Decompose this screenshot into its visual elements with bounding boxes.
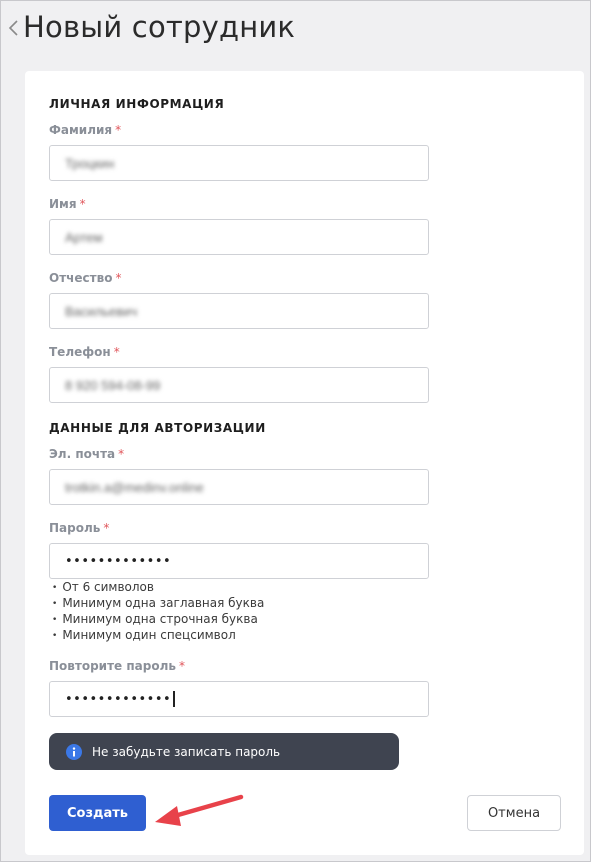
password-hint-item: Минимум одна строчная буква	[52, 611, 264, 627]
phone-label-text: Телефон	[49, 345, 111, 359]
first-name-value: Артем	[65, 229, 103, 245]
password-reminder-notice: Не забудьте записать пароль	[49, 733, 399, 770]
employee-form: ЛИЧНАЯ ИНФОРМАЦИЯ Фамилия * Троцкин Имя * …	[25, 71, 584, 855]
repeat-password-masked-value: •••••••••••••	[65, 691, 172, 707]
patronymic-input[interactable]: Васильевич	[49, 293, 429, 329]
first-name-input[interactable]: Артем	[49, 219, 429, 255]
email-label-text: Эл. почта	[49, 447, 116, 461]
password-masked-value: •••••••••••••	[65, 553, 172, 569]
password-requirements-list: От 6 символов Минимум одна заглавная бук…	[52, 579, 264, 643]
last-name-label-text: Фамилия	[49, 123, 113, 137]
email-label: Эл. почта *	[49, 447, 124, 461]
repeat-password-label: Повторите пароль *	[49, 659, 185, 673]
info-icon	[66, 743, 82, 760]
repeat-password-label-text: Повторите пароль	[49, 659, 176, 673]
first-name-label: Имя *	[49, 197, 86, 211]
password-hint-item: Минимум один спецсимвол	[52, 627, 264, 643]
page-title: Новый сотрудник	[23, 10, 296, 44]
email-input[interactable]: trotkin.a@medinv.online	[49, 469, 429, 505]
section-title-auth: ДАННЫЕ ДЛЯ АВТОРИЗАЦИИ	[49, 421, 266, 435]
phone-value: 8 920 594-08-99	[65, 377, 161, 393]
phone-label: Телефон *	[49, 345, 120, 359]
patronymic-value: Васильевич	[65, 303, 138, 319]
text-caret	[173, 691, 175, 707]
required-mark: *	[79, 197, 86, 211]
email-value: trotkin.a@medinv.online	[65, 479, 204, 495]
password-label-text: Пароль	[49, 521, 101, 535]
section-title-personal: ЛИЧНАЯ ИНФОРМАЦИЯ	[49, 97, 225, 111]
password-input[interactable]: •••••••••••••	[49, 543, 429, 579]
first-name-label-text: Имя	[49, 197, 77, 211]
create-button[interactable]: Создать	[49, 795, 146, 831]
page-header: Новый сотрудник	[1, 1, 590, 59]
password-hint-item: Минимум одна заглавная буква	[52, 595, 264, 611]
patronymic-label: Отчество *	[49, 271, 121, 285]
required-mark: *	[113, 345, 120, 359]
phone-input[interactable]: 8 920 594-08-99	[49, 367, 429, 403]
required-mark: *	[118, 447, 125, 461]
chevron-left-icon[interactable]	[7, 18, 21, 38]
required-mark: *	[178, 659, 185, 673]
required-mark: *	[115, 271, 122, 285]
notice-text: Не забудьте записать пароль	[92, 744, 281, 759]
cancel-button[interactable]: Отмена	[467, 795, 561, 831]
patronymic-label-text: Отчество	[49, 271, 113, 285]
password-label: Пароль *	[49, 521, 109, 535]
required-mark: *	[103, 521, 110, 535]
last-name-input[interactable]: Троцкин	[49, 145, 429, 181]
password-hint-item: От 6 символов	[52, 579, 264, 595]
required-mark: *	[115, 123, 122, 137]
last-name-value: Троцкин	[65, 155, 115, 171]
pointer-arrow-icon	[155, 794, 244, 826]
repeat-password-input[interactable]: •••••••••••••	[49, 681, 429, 717]
last-name-label: Фамилия *	[49, 123, 121, 137]
